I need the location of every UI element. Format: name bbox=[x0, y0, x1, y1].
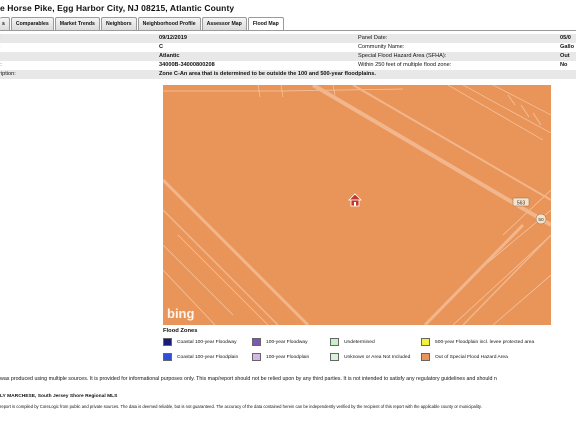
info-label-2: Special Flood Hazard Area (SFHA): bbox=[358, 53, 447, 59]
tab-neighborhood-profile[interactable]: Neighborhood Profile bbox=[137, 17, 201, 30]
legend-swatch bbox=[330, 353, 339, 361]
info-value-2: Out bbox=[560, 53, 570, 59]
route-shield-50: 50 bbox=[535, 213, 547, 225]
tab-market-trends[interactable]: Market Trends bbox=[54, 17, 100, 30]
tab-divider bbox=[0, 30, 576, 31]
legend-item: Coastal 100-year Floodway bbox=[163, 338, 237, 346]
legend-item: Out of Special Flood Hazard Area bbox=[421, 353, 508, 361]
info-label-2: Panel Date: bbox=[358, 35, 388, 41]
legend-swatch bbox=[421, 353, 430, 361]
tab-neighbors[interactable]: Neighbors bbox=[100, 17, 137, 30]
legend-item: Undetermined bbox=[330, 338, 375, 346]
legend-swatch bbox=[252, 338, 261, 346]
tab-bar: s Comparables Market Trends Neighbors Ne… bbox=[0, 17, 285, 31]
info-value-2: No bbox=[560, 62, 568, 68]
info-value: C bbox=[159, 44, 164, 50]
legend-item: Unknown or Area Not Included bbox=[330, 353, 410, 361]
legend-label: 100-year Floodplain bbox=[266, 354, 310, 360]
info-value-2: Gallo bbox=[560, 44, 574, 50]
info-value-2: 05/0 bbox=[560, 35, 571, 41]
tab-flood-map[interactable]: Flood Map bbox=[247, 17, 284, 31]
info-row: Atlantic Special Flood Hazard Area (SFHA… bbox=[0, 52, 576, 61]
legend-label: Unknown or Area Not Included bbox=[344, 354, 411, 360]
info-label: ription: bbox=[0, 71, 16, 77]
map-disclaimer: was produced using multiple sources. It … bbox=[0, 376, 497, 382]
info-row: : C Community Name: Gallo bbox=[0, 43, 576, 52]
route-shield-563: 563 bbox=[512, 197, 530, 206]
legend-label: Coastal 100-year Floodplain bbox=[177, 354, 239, 360]
route-label-563: 563 bbox=[517, 200, 526, 206]
tab-comparables[interactable]: Comparables bbox=[10, 17, 54, 30]
legend-item: Coastal 100-year Floodplain bbox=[163, 353, 238, 361]
info-label-2: Within 250 feet of multiple flood zone: bbox=[358, 62, 452, 68]
info-value: Atlantic bbox=[159, 53, 180, 59]
flood-info-table: : 09/12/2019 Panel Date: 05/0 : C Commun… bbox=[0, 34, 576, 79]
route-label-50: 50 bbox=[538, 217, 544, 223]
bing-logo: bing bbox=[167, 306, 194, 321]
tab-assessor-map[interactable]: Assessor Map bbox=[201, 17, 247, 30]
info-row: l: 34000B-34000800208 Within 250 feet of… bbox=[0, 61, 576, 70]
legend-item: 100-year Floodplain bbox=[252, 353, 309, 361]
legend-swatch bbox=[330, 338, 339, 346]
agent-line: LY MARCHESE, South Jersey Shore Regional… bbox=[0, 394, 118, 399]
legend-label: 500-year Floodplain incl. levee protecte… bbox=[435, 339, 535, 345]
legend-label: Out of Special Flood Hazard Area bbox=[435, 354, 508, 360]
info-value: 09/12/2019 bbox=[159, 35, 187, 41]
info-row: ription: Zone C-An area that is determin… bbox=[0, 70, 576, 79]
page-title: e Horse Pike, Egg Harbor City, NJ 08215,… bbox=[0, 3, 235, 13]
data-source-note: report is compiled by CoreLogic from pub… bbox=[0, 404, 482, 409]
info-value: 34000B-34000800208 bbox=[159, 62, 215, 68]
flood-map[interactable]: 563 50 bing bbox=[163, 85, 551, 325]
legend-label: 100-year Floodway bbox=[266, 339, 308, 345]
legend-item: 100-year Floodway bbox=[252, 338, 308, 346]
legend-label: Undetermined bbox=[344, 339, 375, 345]
info-row: : 09/12/2019 Panel Date: 05/0 bbox=[0, 34, 576, 43]
info-label: l: bbox=[0, 62, 2, 68]
legend-swatch bbox=[163, 338, 172, 346]
info-label-2: Community Name: bbox=[358, 44, 405, 50]
info-value: Zone C-An area that is determined to be … bbox=[159, 71, 376, 77]
tab-partial[interactable]: s bbox=[0, 17, 10, 30]
legend-swatch bbox=[163, 353, 172, 361]
info-label: : bbox=[0, 43, 1, 52]
info-label: : bbox=[0, 34, 1, 43]
legend-label: Coastal 100-year Floodway bbox=[177, 339, 237, 345]
legend-item: 500-year Floodplain incl. levee protecte… bbox=[421, 338, 534, 346]
map-canvas[interactable]: 563 50 bing bbox=[163, 85, 551, 325]
legend-swatch bbox=[421, 338, 430, 346]
legend-title: Flood Zones bbox=[163, 328, 198, 334]
legend-swatch bbox=[252, 353, 261, 361]
